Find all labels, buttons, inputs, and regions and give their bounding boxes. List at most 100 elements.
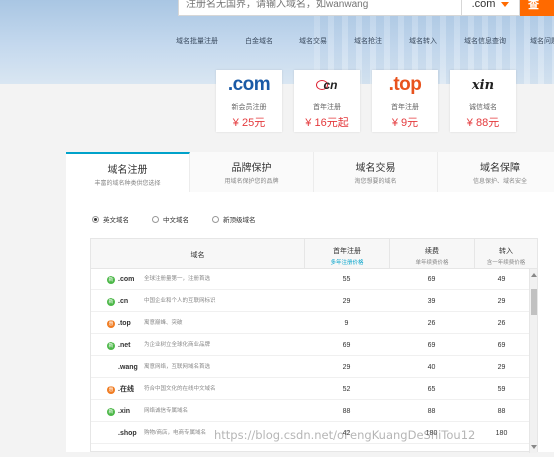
col-subtitle-link[interactable]: 多年注册价格 [305,258,389,266]
tld-dropdown[interactable]: .com [462,0,520,16]
card-price: ¥ 16元起 [305,117,349,129]
transfer-price: 180 [495,430,508,437]
renew-price: 39 [427,298,436,305]
nav-domain-faq[interactable]: 域名问题 [530,36,554,46]
promo-badge-icon [107,364,115,372]
first-year-price: 9 [344,320,349,327]
tab-brand-protection[interactable]: 品牌保护 用域名保护您的品牌 [190,152,314,192]
table-row[interactable]: 新 .cn 中国企业和个人的互联网标识 29 39 29 [91,291,529,312]
renew-price: 69 [427,342,436,349]
col-title: 首年注册 [333,248,361,255]
radio-label: 新顶级域名 [223,217,256,224]
table-row[interactable]: 惠 .在线 符合中国文化的在线中文域名 52 65 59 [91,379,529,400]
tld-description: 网络诚信专属域名 [144,408,189,414]
tab-title: 域名交易 [355,163,396,174]
tab-domain-register[interactable]: 域名注册 丰富的域名种类供您选择 [66,152,190,192]
radio-chinese-domain[interactable]: 中文域名 [152,214,189,224]
table-row[interactable]: .wang 寓意网络，互联网域名首选 29 40 29 [91,357,529,378]
table-row[interactable]: 新 .xin 网络诚信专属域名 88 88 88 [91,401,529,422]
scrollbar-thumb[interactable] [531,289,537,315]
card-desc: 诚信域名 [469,104,497,111]
tld-dropdown-value: .com [471,0,496,10]
nav-platinum-domain[interactable]: 白金域名 [245,36,273,46]
renew-price: 69 [427,276,436,283]
tab-domain-trade[interactable]: 域名交易 淘您想要的域名 [314,152,438,192]
col-first-year: 首年注册 多年注册价格 [304,239,389,269]
card-desc: 首年注册 [313,104,341,111]
domain-cell: 惠 .在线 符合中国文化的在线中文域名 [107,379,287,400]
tab-title: 域名保障 [480,163,520,174]
com-logo: .com [227,74,271,95]
col-renew: 续费 单年续费价格 [389,239,474,269]
promo-badge-icon: 惠 [107,385,115,394]
tld-name: .在线 [118,386,134,393]
radio-icon [92,215,99,223]
promo-badge-icon: 新 [107,297,115,306]
tld-description: 符合中国文化的在线中文域名 [144,386,216,392]
transfer-price: 29 [497,298,506,305]
tld-description: 为企业树立全球化商业品牌 [144,342,211,348]
radio-english-domain[interactable]: 英文域名 [92,214,129,224]
tld-name: .top [118,320,131,327]
tab-title: 域名注册 [107,165,148,176]
scroll-down-icon[interactable] [531,445,537,449]
col-title: 续费 [425,248,439,255]
price-card-top[interactable]: .top 首年注册 ¥ 9元 [372,70,438,132]
nav-domain-transfer[interactable]: 域名转入 [409,36,437,46]
price-card-cn[interactable]: cn 首年注册 ¥ 16元起 [294,70,360,132]
renew-price: 88 [427,408,436,415]
table-row[interactable]: 惠 .top 寓意巅峰、突破 9 26 26 [91,313,529,334]
transfer-price: 59 [497,386,506,393]
domain-cell: 惠 .top 寓意巅峰、突破 [107,313,287,334]
table-scrollbar[interactable] [529,269,537,453]
xin-logo: xin [471,77,495,93]
transfer-price: 49 [497,276,506,283]
nav-bulk-register[interactable]: 域名批量注册 [176,36,218,46]
tld-description: 寓意巅峰、突破 [144,320,183,326]
tld-name: .cn [118,298,129,305]
promo-badge-icon: 惠 [107,319,115,328]
transfer-price: 29 [497,364,506,371]
promo-badge-icon [107,430,115,438]
first-year-price: 52 [342,386,351,393]
tld-name: .wang [118,364,138,371]
domain-search-input[interactable] [179,0,461,15]
domain-cell: 新 .net 为企业树立全球化商业品牌 [107,335,287,356]
price-card-xin[interactable]: xin 诚信域名 ¥ 88元 [450,70,516,132]
search-button[interactable]: 查 [520,0,554,16]
renew-price: 40 [427,364,436,371]
scroll-up-icon[interactable] [531,273,537,277]
card-desc: 新会员注册 [231,104,267,111]
transfer-price: 88 [497,408,506,415]
first-year-price: 29 [342,298,351,305]
nav-domain-snap[interactable]: 域名抢注 [354,36,382,46]
tld-description: 寓意网络，互联网域名首选 [144,364,211,370]
top-logo: .top [388,74,422,95]
tld-description: 购物/商店，电商专属域名 [144,430,207,436]
nav-domain-whois[interactable]: 域名信息查询 [464,36,506,46]
radio-new-gtld[interactable]: 新顶级域名 [212,214,256,224]
table-header: 域名 首年注册 多年注册价格 续费 单年续费价格 转入 含一年续费价格 [91,239,537,269]
domain-search-box[interactable] [178,0,462,16]
table-row[interactable]: 新 .com 全球注册量第一，注册首选 55 69 49 [91,269,529,290]
renew-price: 26 [427,320,436,327]
radio-label: 中文域名 [163,217,189,224]
tld-description: 中国企业和个人的互联网标识 [144,298,216,304]
nav-domain-trade[interactable]: 域名交易 [299,36,327,46]
table-row[interactable]: 新 .net 为企业树立全球化商业品牌 69 69 69 [91,335,529,356]
watermark-text: https://blog.csdn.net/oFengKuangDeShiTou… [214,428,476,442]
tld-name: .com [118,276,135,283]
card-desc: 首年注册 [391,104,419,111]
radio-icon [152,215,159,223]
radio-icon [212,215,219,223]
card-price: ¥ 88元 [466,117,500,129]
domain-cell: 新 .cn 中国企业和个人的互联网标识 [107,291,287,312]
transfer-price: 26 [497,320,506,327]
radio-label: 英文域名 [103,217,129,224]
tld-name: .net [118,342,131,349]
col-title: 域名 [190,252,205,259]
promo-badge-icon: 新 [107,275,115,284]
price-card-com[interactable]: .com 新会员注册 ¥ 25元 [216,70,282,132]
transfer-price: 69 [497,342,506,349]
tab-domain-security[interactable]: 域名保障 信息保护、域名安全 [438,152,554,192]
